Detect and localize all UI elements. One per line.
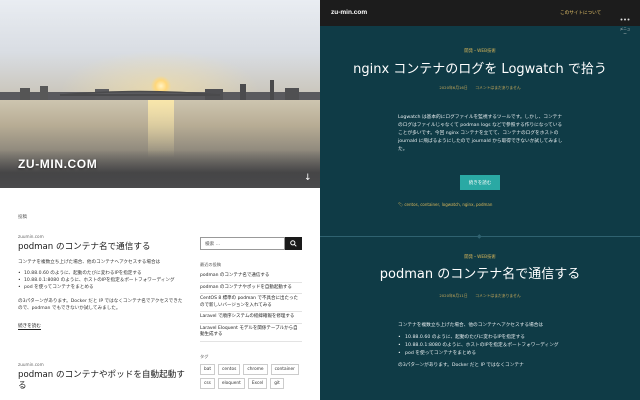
recent-post-link[interactable]: Laravel Eloquent モデルを関係テーブルから自動生成する — [200, 324, 302, 342]
article-tag-list[interactable]: centos, container, logwatch, nginx, podm… — [404, 202, 492, 207]
site-brand[interactable]: zu-min.com — [331, 9, 367, 16]
search-icon — [290, 240, 297, 247]
tag-link[interactable]: chrome — [243, 363, 268, 375]
article-meta: 2020年6月16日 コメントはまだありません — [439, 85, 521, 90]
article-excerpt-continued: の3パターンがあります。Docker だと IP ではなくコンテナ — [398, 362, 524, 368]
tag-link[interactable]: css — [200, 377, 215, 389]
post-date: zuumin.com — [18, 362, 44, 367]
article-excerpt: Logwatch は基本的にログファイルを監視するツールです。しかし、コンテナの… — [398, 115, 563, 152]
about-link[interactable]: このサイトについて — [560, 10, 601, 16]
tags-heading: タグ — [200, 353, 209, 359]
post-date: zuumin.com — [18, 234, 44, 239]
article-bullet: 10.88.0.1:8080 のように、ホストのIPを指定＆ポートフォワーディン… — [398, 342, 563, 350]
article-bullet: pod を使ってコンテナをまとめる — [398, 350, 563, 358]
recent-post-link[interactable]: Laravel で順序システムの経緯確報を修理する — [200, 312, 302, 324]
top-bar: zu-min.com このサイトについて メニュー — [320, 0, 640, 36]
divider-diamond-icon: ◆ — [477, 233, 482, 240]
article-meta: 2020年6月11日 コメントはまだありません — [439, 293, 521, 298]
tag-link[interactable]: centos — [218, 363, 241, 375]
article-bullets: 10.88.0.60 のように、起動のたびに変わるIPを指定する 10.88.0… — [398, 334, 563, 358]
recent-post-link[interactable]: podman のコンテナやポッドを自動起動する — [200, 283, 302, 295]
article-excerpt: コンテナを複数立ち上げた場合、他のコンテナへアクセスする場合は 10.88.0.… — [398, 322, 563, 370]
recent-posts-heading: 最近の投稿 — [200, 262, 221, 267]
tag-link[interactable]: bat — [200, 363, 216, 375]
recent-post-link[interactable]: podman のコンテナ名で通信する — [200, 271, 302, 283]
post-item: zuumin.com podman のコンテナ名で通信する コンテナを複数立ち上… — [18, 234, 186, 331]
menu-button[interactable]: メニュー — [619, 7, 631, 37]
section-label: 投稿 — [18, 215, 27, 220]
article-tags: 🏷 centos, container, logwatch, nginx, po… — [398, 202, 492, 207]
article-category[interactable]: 開発・WEB技術 — [320, 254, 640, 260]
post-bullet: 10.88.0.60 のように、起動のたびに変わるIPを指定する — [18, 270, 186, 278]
menu-label: メニュー — [619, 27, 631, 36]
article-bullet: 10.88.0.60 のように、起動のたびに変わるIPを指定する — [398, 334, 563, 342]
menu-dots-icon — [620, 18, 630, 21]
post-excerpt-continued: の3パターンがあります。Docker だと IP ではなくコンテナ名でアクセスで… — [18, 298, 183, 311]
post-item: zuumin.com podman のコンテナやポッドを自動起動する — [18, 362, 186, 392]
article-category[interactable]: 開発・WEB技術 — [320, 48, 640, 54]
tag-link[interactable]: container — [270, 363, 299, 375]
post-title[interactable]: podman のコンテナ名で通信する — [18, 242, 186, 253]
tag-link[interactable]: git — [270, 377, 284, 389]
hero-image: ZU-MIN.COM ↓ — [0, 0, 320, 188]
article-title[interactable]: podman のコンテナ名で通信する — [320, 267, 640, 283]
read-more-link[interactable]: 続きを読む — [18, 323, 41, 331]
article-divider: ◆ — [320, 232, 640, 240]
sidebar: 検索 … 最近の投稿 podman のコンテナ名で通信する podman のコン… — [200, 237, 302, 389]
post-excerpt: コンテナを複数立ち上げた場合、他のコンテナへアクセスする場合は — [18, 260, 161, 266]
city-skyline — [0, 80, 320, 100]
left-page: ZU-MIN.COM ↓ 投稿 zuumin.com podman のコンテナ名… — [0, 0, 320, 400]
recent-post-link[interactable]: CentOS 8 標準の podman で不具合に出たったので新しいバージョンを… — [200, 294, 302, 313]
tag-link[interactable]: Excel — [247, 377, 268, 389]
article-title[interactable]: nginx コンテナのログを Logwatch で拾う — [320, 62, 640, 78]
article-excerpt-text: コンテナを複数立ち上げた場合、他のコンテナへアクセスする場合は — [398, 323, 544, 328]
scroll-down-icon[interactable]: ↓ — [304, 173, 312, 183]
right-page: zu-min.com このサイトについて メニュー 開発・WEB技術 nginx… — [320, 0, 640, 400]
post-bullets: 10.88.0.60 のように、起動のたびに変わるIPを指定する 10.88.0… — [18, 270, 186, 292]
tag-cloud: bat centos chrome container css eloquent… — [200, 363, 302, 389]
search-input[interactable]: 検索 … — [200, 237, 285, 250]
read-more-button[interactable]: 続きを読む — [460, 175, 500, 190]
post-bullet: pod を使ってコンテナをまとめる — [18, 284, 186, 292]
post-title[interactable]: podman のコンテナやポッドを自動起動する — [18, 370, 186, 392]
search-form: 検索 … — [200, 237, 302, 250]
post-bullet: 10.88.0.1:8080 のように、ホストのIPを指定＆ポートフォワーディン… — [18, 277, 186, 285]
sun-reflection — [148, 98, 174, 158]
search-button[interactable] — [285, 237, 302, 250]
tag-link[interactable]: eloquent — [217, 377, 245, 389]
site-title[interactable]: ZU-MIN.COM — [18, 157, 97, 171]
